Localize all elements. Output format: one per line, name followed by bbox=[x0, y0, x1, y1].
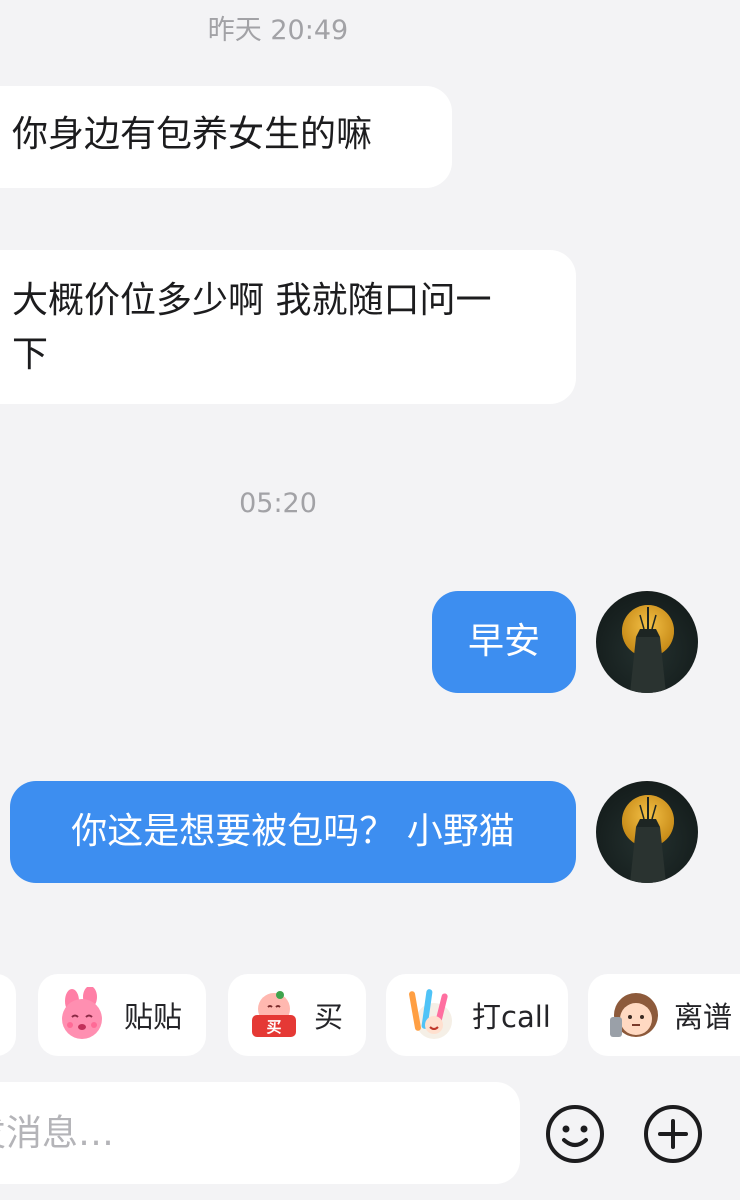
quick-reply-lipu[interactable]: 离谱 bbox=[588, 974, 740, 1056]
outgoing-message[interactable]: 早安 bbox=[432, 591, 576, 693]
message-input[interactable] bbox=[0, 1082, 520, 1184]
quick-reply-bar: 贴贴 买 买 打call 离谱 bbox=[0, 974, 740, 1056]
buy-sticker-icon: 买 bbox=[246, 987, 302, 1043]
quick-reply-chip[interactable] bbox=[0, 974, 16, 1056]
timestamp: 05:20 bbox=[239, 488, 317, 519]
outgoing-message[interactable]: 你这是想要被包吗？ 小野猫 bbox=[10, 781, 576, 883]
shocked-sticker-icon bbox=[606, 987, 662, 1043]
quick-reply-mai[interactable]: 买 买 bbox=[228, 974, 366, 1056]
avatar[interactable] bbox=[596, 591, 698, 693]
quick-reply-dacall[interactable]: 打call bbox=[386, 974, 568, 1056]
smiley-icon[interactable] bbox=[545, 1104, 605, 1164]
timestamp: 昨天 20:49 bbox=[207, 15, 349, 46]
quick-reply-label: 贴贴 bbox=[124, 1000, 183, 1034]
message-input-box[interactable] bbox=[0, 1082, 520, 1184]
plus-circle-icon[interactable] bbox=[643, 1104, 703, 1164]
glowstick-sticker-icon bbox=[404, 987, 460, 1043]
incoming-message[interactable]: 大概价位多少啊 我就随口问一下 bbox=[0, 250, 576, 404]
svg-text:买: 买 bbox=[266, 1018, 281, 1036]
quick-reply-label: 离谱 bbox=[674, 1000, 733, 1034]
avatar[interactable] bbox=[596, 781, 698, 883]
quick-reply-label: 买 bbox=[314, 1000, 344, 1034]
chat-screen: 昨天 20:49 你身边有包养女生的嘛 大概价位多少啊 我就随口问一下 05:2… bbox=[0, 0, 740, 1200]
quick-reply-tietie[interactable]: 贴贴 bbox=[38, 974, 206, 1056]
incoming-message[interactable]: 你身边有包养女生的嘛 bbox=[0, 86, 452, 188]
quick-reply-label: 打call bbox=[472, 1000, 551, 1034]
hug-sticker-icon bbox=[56, 987, 112, 1043]
